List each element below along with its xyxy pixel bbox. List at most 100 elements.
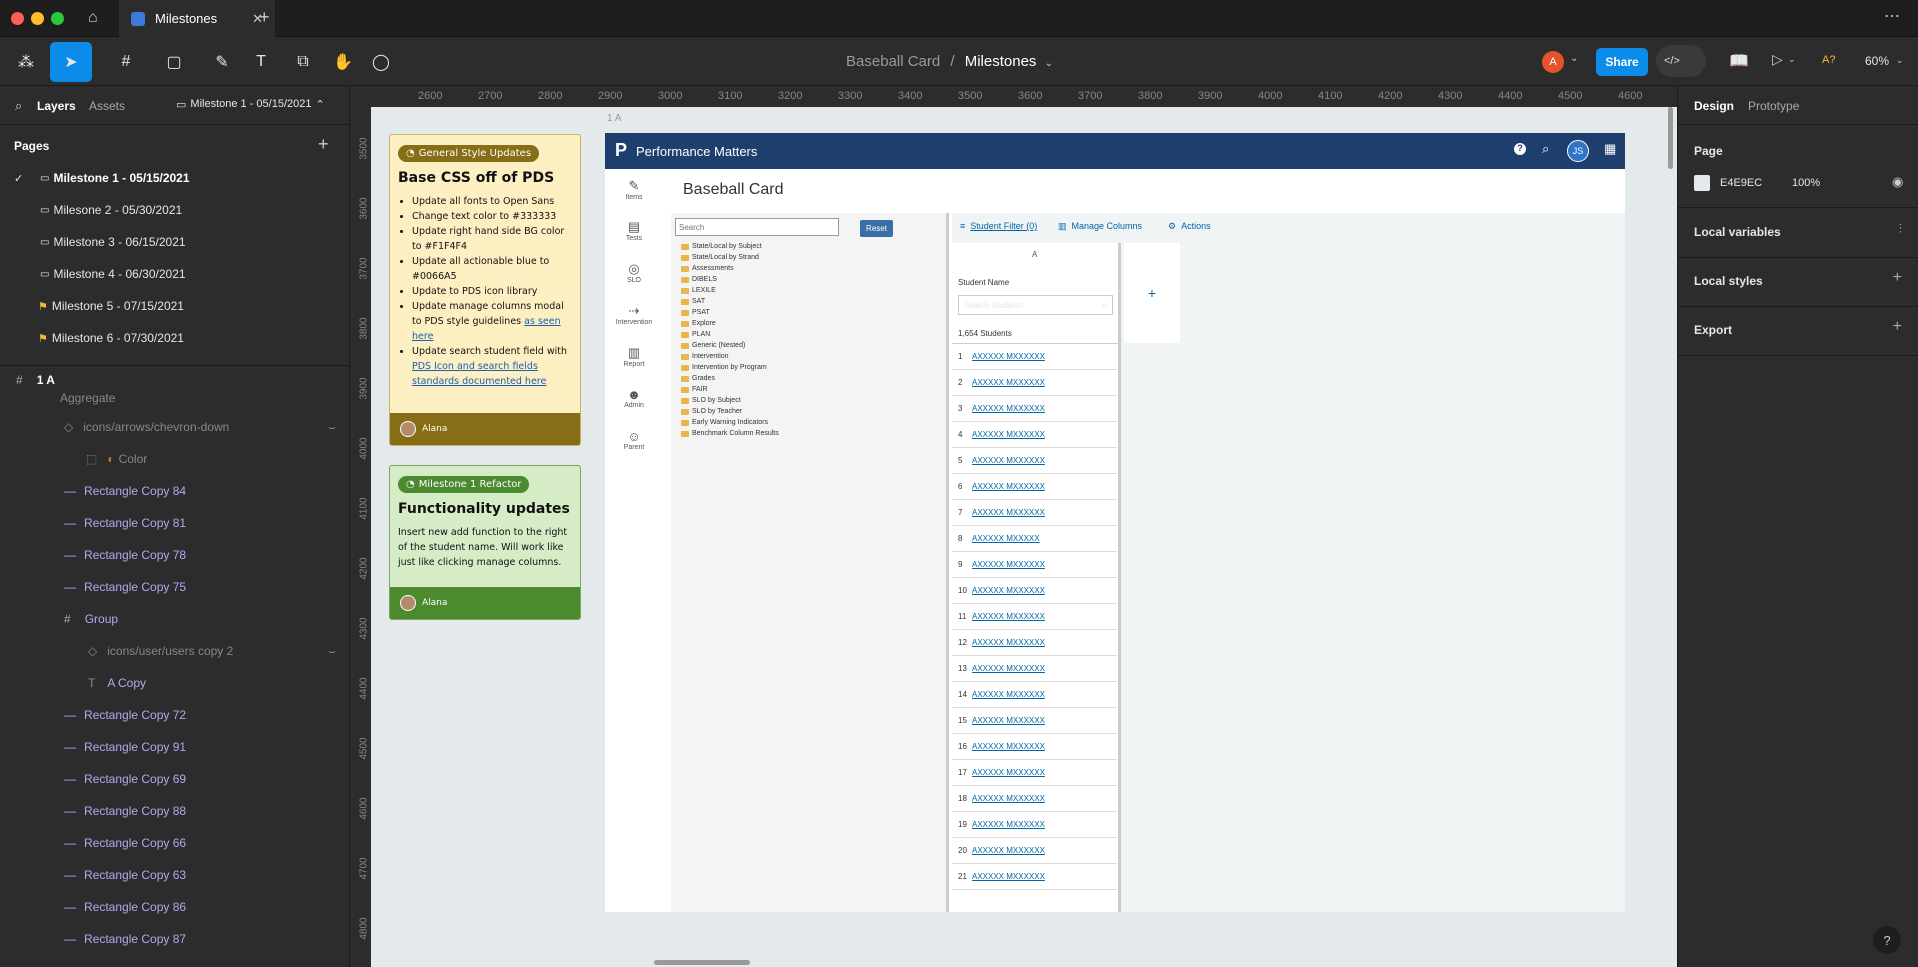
student-row[interactable]: 14 AXXXXX MXXXXXX	[952, 682, 1117, 708]
student-row[interactable]: 8 AXXXXX MXXXXX	[952, 526, 1117, 552]
share-button[interactable]: Share	[1596, 48, 1648, 76]
student-row[interactable]: 15 AXXXXX MXXXXXX	[952, 708, 1117, 734]
user-avatar[interactable]: JS	[1567, 140, 1589, 162]
resources-button[interactable]: ⧉	[290, 46, 316, 78]
student-link[interactable]: AXXXXX MXXXXXX	[972, 742, 1045, 751]
file-breadcrumb[interactable]: Baseball Card / Milestones ⌄	[846, 53, 1053, 70]
maximize-window-button[interactable]	[51, 12, 64, 25]
student-link[interactable]: AXXXXX MXXXXXX	[972, 638, 1045, 647]
tree-item[interactable]: SAT	[681, 298, 705, 305]
student-row[interactable]: 1 AXXXXX MXXXXXX	[952, 344, 1117, 370]
help-icon[interactable]: ?	[1514, 143, 1526, 155]
layer-rectangle[interactable]: — Rectangle Copy 87	[0, 923, 349, 955]
student-link[interactable]: AXXXXX MXXXXXX	[972, 716, 1045, 725]
student-row[interactable]: 21 AXXXXX MXXXXXX	[952, 864, 1117, 890]
frame-tool-button[interactable]: #	[108, 46, 144, 78]
student-link[interactable]: AXXXXX MXXXXXX	[972, 508, 1045, 517]
student-row[interactable]: 17 AXXXXX MXXXXXX	[952, 760, 1117, 786]
layer-rectangle[interactable]: — Rectangle Copy 78	[0, 539, 349, 571]
student-row[interactable]: 10 AXXXXX MXXXXXX	[952, 578, 1117, 604]
student-row[interactable]: 12 AXXXXX MXXXXXX	[952, 630, 1117, 656]
student-row[interactable]: 18 AXXXXX MXXXXXX	[952, 786, 1117, 812]
layer-color[interactable]: ⬚ ◐ Color	[0, 443, 349, 475]
layer-rectangle[interactable]: — Rectangle Copy 81	[0, 507, 349, 539]
minimize-window-button[interactable]	[31, 12, 44, 25]
student-link[interactable]: AXXXXX MXXXXXX	[972, 352, 1045, 361]
student-link[interactable]: AXXXXX MXXXXXX	[972, 378, 1045, 387]
layer-rectangle[interactable]: — Rectangle Copy 69	[0, 763, 349, 795]
tree-item[interactable]: LEXILE	[681, 287, 716, 294]
add-column-button[interactable]: +	[1124, 243, 1180, 343]
page-color-swatch[interactable]	[1694, 175, 1710, 191]
nav-intervention[interactable]: ⇢ Intervention	[605, 303, 663, 326]
layer-rectangle[interactable]: — Rectangle Copy 63	[0, 859, 349, 891]
baseball-card-frame[interactable]: P Performance Matters ? ⌕ JS ▦ Baseball …	[605, 133, 1625, 912]
add-export-button[interactable]: +	[1893, 318, 1902, 336]
dev-mode-toggle[interactable]: </>	[1656, 45, 1706, 77]
tree-item[interactable]: Early Warning Indicators	[681, 419, 768, 426]
main-menu-button[interactable]: ⁂	[12, 46, 40, 78]
student-row[interactable]: 7 AXXXXX MXXXXXX	[952, 500, 1117, 526]
pen-tool-button[interactable]: ✎	[204, 46, 240, 78]
student-filter-button[interactable]: ≡ Student Filter (0)	[960, 221, 1037, 231]
search-icon[interactable]: ⌕	[1542, 141, 1549, 157]
library-icon[interactable]: 📖	[1729, 51, 1749, 71]
present-icon[interactable]: ▷	[1772, 51, 1783, 68]
user-avatar[interactable]: A	[1542, 51, 1564, 73]
student-row[interactable]: 3 AXXXXX MXXXXXX	[952, 396, 1117, 422]
student-link[interactable]: AXXXXX MXXXXXX	[972, 846, 1045, 855]
student-link[interactable]: AXXXXX MXXXXXX	[972, 404, 1045, 413]
nav-tests[interactable]: ▤ Tests	[605, 219, 663, 242]
page-color-hex[interactable]: E4E9EC	[1720, 177, 1762, 189]
manage-columns-button[interactable]: ▥ Manage Columns	[1058, 221, 1142, 232]
tab-assets[interactable]: Assets	[89, 99, 125, 113]
reset-button[interactable]: Reset	[860, 220, 893, 237]
tree-item[interactable]: Intervention	[681, 353, 729, 360]
hidden-eye-icon[interactable]: ⌣	[328, 420, 336, 435]
student-link[interactable]: AXXXXX MXXXXXX	[972, 456, 1045, 465]
tree-item[interactable]: Explore	[681, 320, 716, 327]
page-selector[interactable]: ▭ Milestone 1 - 05/15/2021 ⌃	[176, 98, 325, 111]
sliders-icon[interactable]: ⫶	[1899, 221, 1902, 237]
nav-admin[interactable]: ☻ Admin	[605, 387, 663, 409]
eye-icon[interactable]: ◉	[1892, 174, 1903, 190]
tree-item[interactable]: Grades	[681, 375, 715, 382]
apps-grid-icon[interactable]: ▦	[1604, 141, 1616, 157]
student-link[interactable]: AXXXXX MXXXXXX	[972, 560, 1045, 569]
search-icon[interactable]: ⌕	[15, 98, 22, 114]
chevron-down-icon[interactable]: ⌄	[1570, 53, 1578, 64]
vertical-scrollbar[interactable]	[1668, 107, 1673, 169]
student-row[interactable]: 2 AXXXXX MXXXXXX	[952, 370, 1117, 396]
student-row[interactable]: 9 AXXXXX MXXXXXX	[952, 552, 1117, 578]
student-row[interactable]: 11 AXXXXX MXXXXXX	[952, 604, 1117, 630]
actions-button[interactable]: ⚙ Actions	[1168, 221, 1211, 232]
nav-slo[interactable]: ◎ SLO	[605, 261, 663, 284]
chevron-down-icon[interactable]: ⌄	[1788, 54, 1796, 65]
layer-rectangle[interactable]: — Rectangle Copy 72	[0, 699, 349, 731]
hidden-eye-icon[interactable]: ⌣	[328, 644, 336, 659]
hand-tool-button[interactable]: ✋	[330, 46, 356, 78]
close-window-button[interactable]	[11, 12, 24, 25]
tree-item[interactable]: PSAT	[681, 309, 710, 316]
layer-frame-1a[interactable]: # 1 A	[0, 364, 349, 396]
sticky-note-refactor[interactable]: ◔ Milestone 1 Refactor Functionality upda…	[389, 465, 581, 620]
student-link[interactable]: AXXXXX MXXXXX	[972, 534, 1040, 543]
help-button[interactable]: ?	[1873, 926, 1901, 954]
tree-item[interactable]: Generic (Nested)	[681, 342, 745, 349]
student-row[interactable]: 5 AXXXXX MXXXXXX	[952, 448, 1117, 474]
horizontal-scrollbar[interactable]	[654, 960, 750, 965]
layer-rectangle[interactable]: — Rectangle Copy 84	[0, 475, 349, 507]
student-row[interactable]: 19 AXXXXX MXXXXXX	[952, 812, 1117, 838]
tree-item[interactable]: PLAN	[681, 331, 710, 338]
student-link[interactable]: AXXXXX MXXXXXX	[972, 482, 1045, 491]
tree-item[interactable]: SLO by Teacher	[681, 408, 742, 415]
tree-item[interactable]: Intervention by Program	[681, 364, 767, 371]
shape-tool-button[interactable]: ▢	[156, 46, 192, 78]
tree-item[interactable]: State/Local by Subject	[681, 243, 762, 250]
nav-parent[interactable]: ☺ Parent	[605, 429, 663, 451]
chevron-down-icon[interactable]: ⌄	[1896, 55, 1904, 66]
page-item-2[interactable]: ▭ Milesone 2 - 05/30/2021	[0, 194, 349, 226]
add-style-button[interactable]: +	[1893, 269, 1902, 287]
student-link[interactable]: AXXXXX MXXXXXX	[972, 820, 1045, 829]
student-row[interactable]: 13 AXXXXX MXXXXXX	[952, 656, 1117, 682]
